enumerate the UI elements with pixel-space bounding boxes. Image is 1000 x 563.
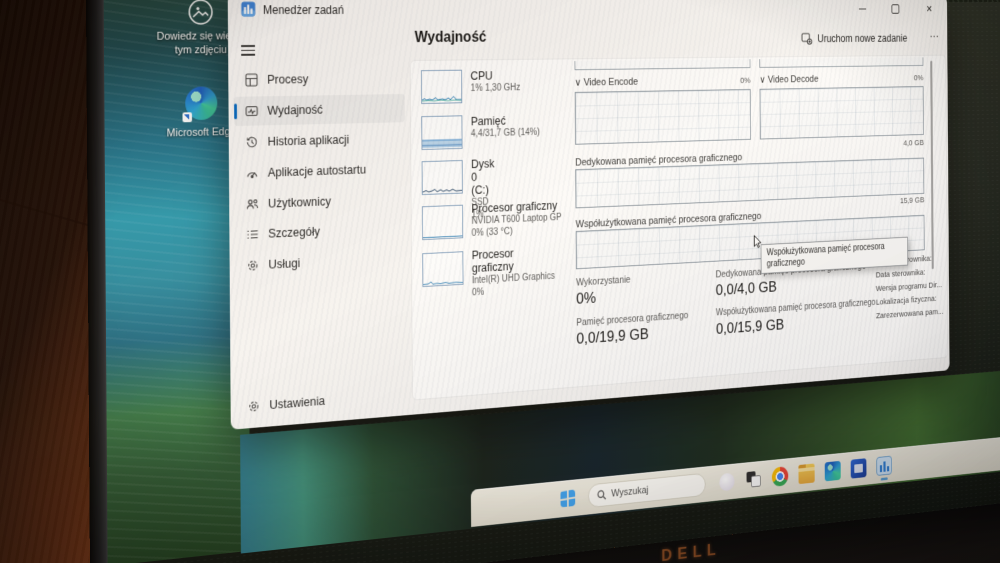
- navigation-menu-button[interactable]: [241, 42, 256, 58]
- selected-accent-bar: [234, 103, 237, 120]
- run-new-task-button[interactable]: Uruchom nowe zadanie: [801, 31, 907, 44]
- screen-content: Dowiedz się więcej tym zdjęciu Microsoft…: [103, 0, 1000, 563]
- cursor-icon: [753, 235, 763, 249]
- file-explorer-icon[interactable]: [798, 463, 815, 485]
- performance-panel: CPU 1% 1,30 GHz Pamięć 4,4/31,7 GB (14%)…: [409, 54, 949, 401]
- shortcut-arrow-icon: [182, 112, 193, 123]
- search-icon: [597, 489, 607, 501]
- chevron-down-icon: ∨: [574, 77, 582, 89]
- scrollbar[interactable]: [930, 60, 934, 270]
- video-decode-header[interactable]: ∨ Video Decode: [759, 73, 818, 85]
- shared-scale: 15,9 GB: [899, 195, 925, 206]
- utilization-value: 0%: [576, 288, 597, 308]
- sidebar-item-processes[interactable]: Procesy: [234, 64, 405, 95]
- chart-stub-right: [759, 57, 924, 68]
- sidebar-item-settings[interactable]: Ustawienia: [236, 380, 407, 422]
- memory-mini-chart: [421, 115, 463, 150]
- video-encode-header[interactable]: ∨ Video Encode: [575, 76, 638, 89]
- gpu2-mini-chart: [422, 251, 464, 288]
- maximize-button[interactable]: [879, 0, 911, 21]
- cpu-mini-chart: [420, 69, 463, 104]
- copilot-icon[interactable]: [719, 472, 735, 492]
- edge-icon: [182, 86, 218, 123]
- dedicated-mem-value: 0,0/4,0 GB: [715, 278, 777, 299]
- sidebar-item-performance[interactable]: Wydajność: [234, 93, 405, 127]
- store-icon[interactable]: [850, 458, 867, 479]
- startup-apps-icon: [246, 166, 259, 180]
- close-button[interactable]: ✕: [911, 0, 947, 21]
- start-icon[interactable]: [560, 489, 576, 508]
- video-decode-chart: [759, 86, 924, 140]
- window-title: Menedżer zadań: [262, 3, 344, 17]
- users-icon: [246, 197, 259, 211]
- services-icon: [246, 258, 259, 272]
- running-indicator: [880, 477, 888, 481]
- details-icon: [246, 227, 259, 241]
- chrome-icon[interactable]: [771, 466, 789, 487]
- gpu-mini-chart: [421, 204, 464, 241]
- run-new-task-icon: [801, 32, 812, 45]
- task-view-icon[interactable]: [745, 469, 762, 490]
- processes-icon: [245, 73, 258, 87]
- shared-mem-value: 0,0/15,9 GB: [715, 316, 785, 338]
- chevron-down-icon: ∨: [759, 74, 766, 86]
- task-manager-app-icon: [241, 1, 256, 17]
- hamburger-icon: [241, 45, 255, 47]
- edge-icon[interactable]: [824, 460, 841, 482]
- close-icon: ✕: [925, 3, 933, 15]
- video-decode-value: 0%: [913, 73, 924, 83]
- laptop-screen: Dowiedz się więcej tym zdjęciu Microsoft…: [85, 0, 1000, 563]
- dedicated-scale: 4,0 GB: [903, 138, 924, 149]
- search-input[interactable]: Wyszukaj: [587, 472, 706, 509]
- sidebar-item-services[interactable]: Usługi: [235, 244, 406, 281]
- shared-mem-label: Współużytkowana pamięć procesora graficz…: [715, 298, 876, 319]
- performance-icon: [245, 104, 258, 118]
- sidebar-item-app-history[interactable]: Historia aplikacji: [234, 124, 405, 157]
- utilization-label: Wykorzystanie: [576, 274, 631, 289]
- gpu-mem-value: 0,0/19,9 GB: [576, 325, 649, 348]
- task-manager-icon[interactable]: [876, 455, 892, 476]
- task-manager-window: Menedżer zadań ✕ Procesy Wydajność Histo…: [227, 0, 950, 430]
- picture-info-icon: [187, 0, 214, 26]
- more-options-button[interactable]: …: [929, 26, 939, 39]
- sidebar-item-startup-apps[interactable]: Aplikacje autostartu: [234, 154, 405, 188]
- minimize-icon: [858, 8, 867, 9]
- minimize-button[interactable]: [846, 0, 879, 21]
- dell-logo: DELL: [661, 539, 722, 563]
- video-encode-chart: [574, 88, 751, 145]
- photo-scene: Dowiedz się więcej tym zdjęciu Microsoft…: [0, 0, 1000, 563]
- chart-stub-left: [574, 59, 751, 71]
- page-title: Wydajność: [414, 29, 487, 46]
- disk-mini-chart: [421, 159, 463, 196]
- maximize-icon: [891, 3, 899, 14]
- video-encode-value: 0%: [740, 75, 751, 86]
- app-history-icon: [245, 135, 258, 149]
- settings-icon: [247, 399, 260, 414]
